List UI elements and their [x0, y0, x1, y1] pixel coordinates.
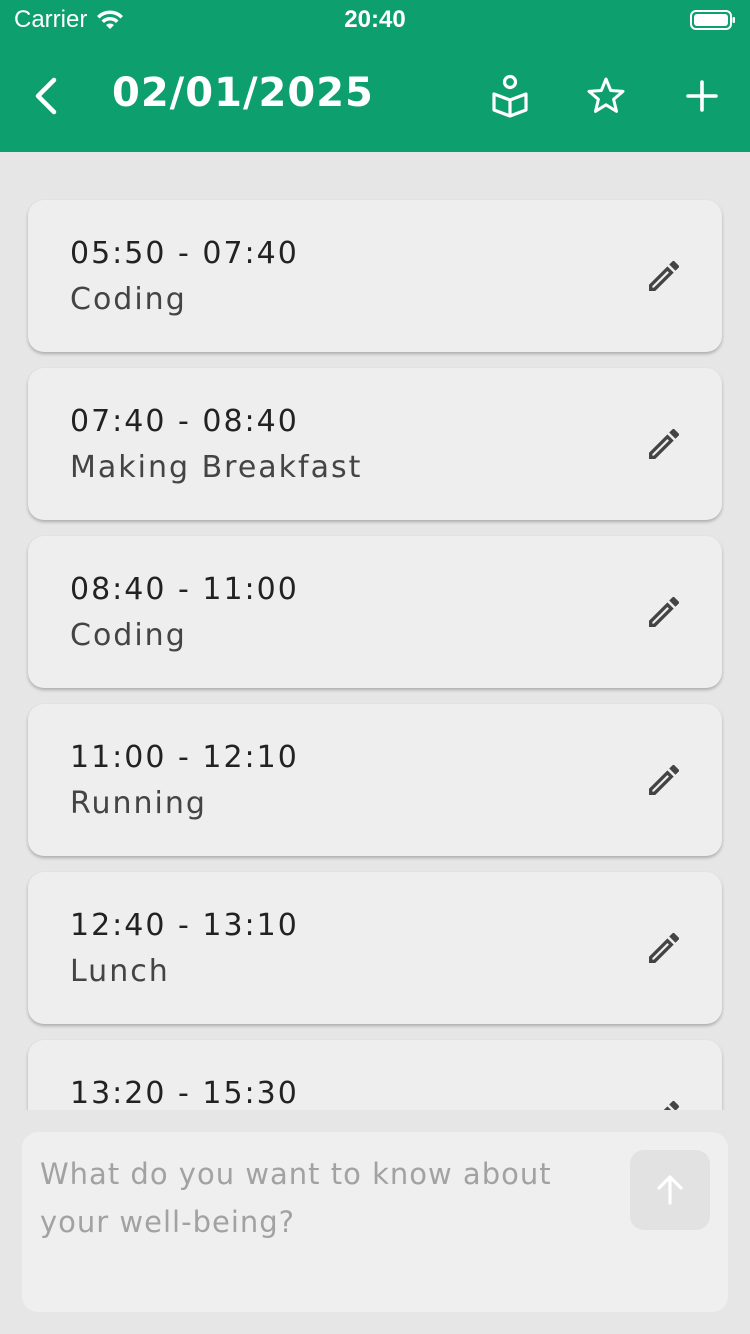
send-button[interactable]	[630, 1150, 710, 1230]
edit-entry-button[interactable]	[642, 254, 686, 298]
page-title: 02/01/2025	[112, 70, 374, 116]
entry-activity: Lunch	[70, 954, 170, 989]
add-entry-button[interactable]	[678, 72, 726, 120]
edit-entry-button[interactable]	[642, 758, 686, 802]
entry-card[interactable]: 13:20 - 15:30	[28, 1040, 722, 1110]
edit-entry-button[interactable]	[642, 926, 686, 970]
entry-card[interactable]: 12:40 - 13:10 Lunch	[28, 872, 722, 1024]
wellbeing-question-input[interactable]	[40, 1150, 600, 1290]
edit-entry-button[interactable]	[642, 1094, 686, 1110]
battery-icon	[690, 10, 735, 30]
back-button[interactable]	[24, 74, 68, 118]
entry-activity: Coding	[70, 618, 187, 653]
entry-activity: Coding	[70, 282, 187, 317]
pencil-icon	[663, 1100, 680, 1110]
chat-composer	[22, 1132, 728, 1312]
entry-time-range: 05:50 - 07:40	[70, 236, 299, 271]
entry-time-range: 12:40 - 13:10	[70, 908, 299, 943]
plus-icon	[686, 80, 718, 112]
entry-list: 05:50 - 07:40 Coding 07:40 - 08:40 Makin…	[0, 152, 750, 1110]
entry-card[interactable]: 05:50 - 07:40 Coding	[28, 200, 722, 352]
status-time: 20:40	[344, 6, 406, 33]
pencil-icon	[649, 260, 680, 291]
entry-card[interactable]: 11:00 - 12:10 Running	[28, 704, 722, 856]
entry-activity: Running	[70, 786, 207, 821]
pencil-icon	[649, 596, 680, 627]
back-icon	[35, 77, 57, 115]
entry-time-range: 07:40 - 08:40	[70, 404, 299, 439]
wellbeing-guide-button[interactable]	[486, 72, 534, 120]
app-header: 02/01/2025	[0, 40, 750, 152]
entry-time-range: 08:40 - 11:00	[70, 572, 299, 607]
entry-time-range: 11:00 - 12:10	[70, 740, 299, 775]
edit-entry-button[interactable]	[642, 590, 686, 634]
pencil-icon	[649, 932, 680, 963]
entry-card[interactable]: 07:40 - 08:40 Making Breakfast	[28, 368, 722, 520]
pencil-icon	[649, 428, 680, 459]
edit-entry-button[interactable]	[642, 422, 686, 466]
entry-activity: Making Breakfast	[70, 450, 363, 485]
pencil-icon	[649, 764, 680, 795]
entry-time-range: 13:20 - 15:30	[70, 1076, 299, 1110]
entry-card[interactable]: 08:40 - 11:00 Coding	[28, 536, 722, 688]
arrow-up-icon	[657, 1175, 683, 1205]
star-icon	[587, 77, 625, 113]
book-reader-icon	[492, 74, 528, 118]
status-bar: Carrier 20:40	[0, 0, 750, 40]
favorite-button[interactable]	[582, 72, 630, 120]
